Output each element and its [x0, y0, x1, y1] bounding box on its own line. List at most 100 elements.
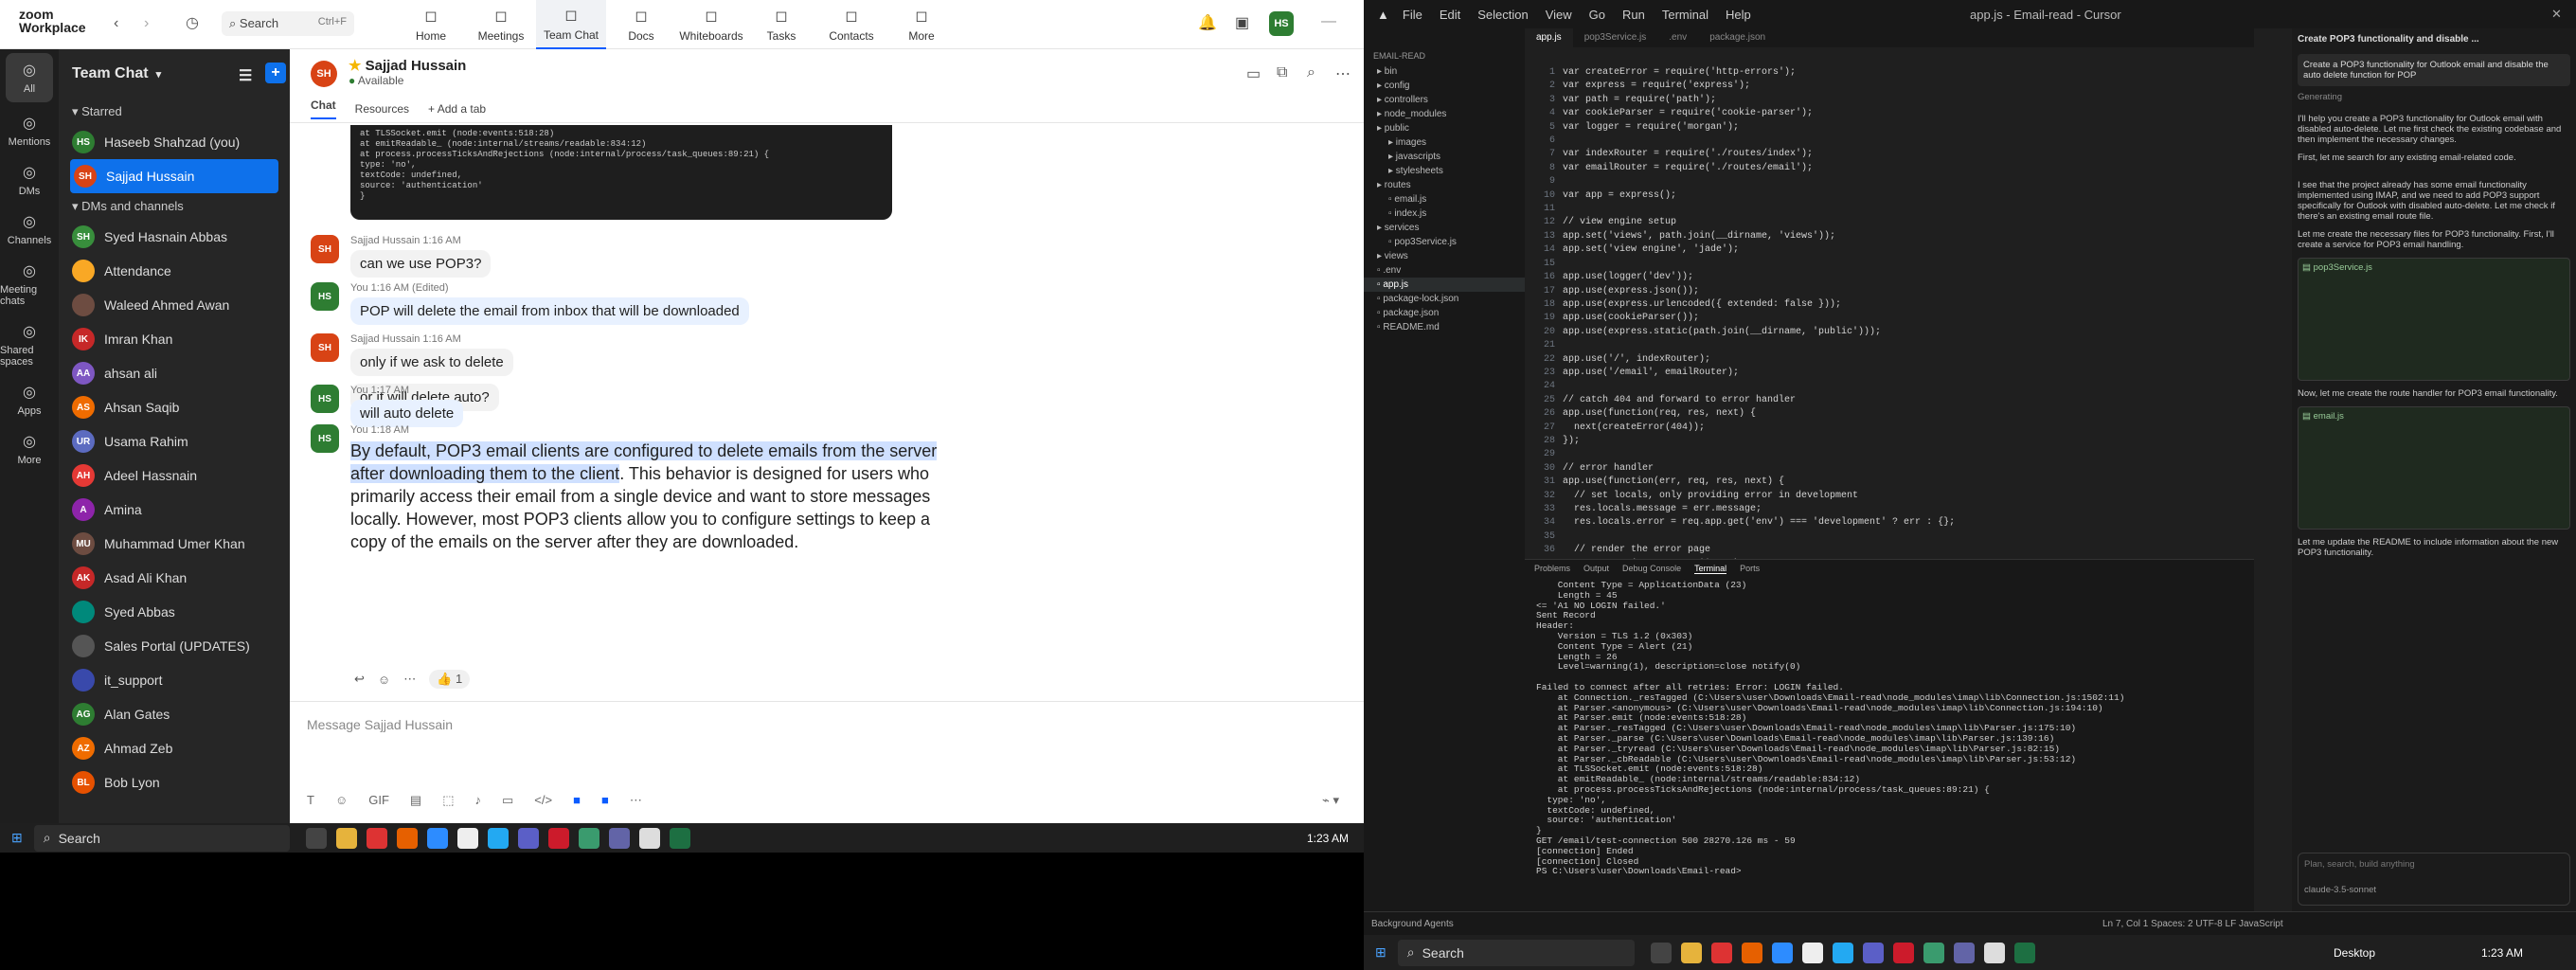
reaction-thumbs[interactable]: 👍 1	[429, 670, 471, 689]
taskview-icon[interactable]	[1650, 942, 1672, 963]
avatar[interactable]: SH	[311, 333, 339, 362]
file-tree-item[interactable]: ▸ javascripts	[1364, 150, 1525, 164]
nav-meetings[interactable]: ◻ Meetings	[466, 0, 536, 49]
file-tree-item[interactable]: ▸ images	[1364, 135, 1525, 150]
more-icon[interactable]: ⋯	[630, 793, 642, 808]
tab-1[interactable]: Resources	[355, 102, 409, 116]
add-button[interactable]: +	[265, 63, 286, 83]
message-bubble[interactable]: can we use POP3?	[350, 250, 492, 278]
back-icon[interactable]: ‹	[114, 15, 118, 32]
message-text[interactable]: By default, POP3 email clients are confi…	[350, 440, 947, 553]
menu-selection[interactable]: Selection	[1477, 8, 1528, 22]
close-icon[interactable]: ✕	[2551, 7, 2562, 22]
editor-tab[interactable]: app.js	[1525, 28, 1573, 47]
rail-more[interactable]: ◎ More	[0, 424, 59, 474]
file-tree-item[interactable]: ▫ package.json	[1364, 306, 1525, 320]
avatar[interactable]: HS	[311, 385, 339, 413]
send-options-icon[interactable]: ⌁ ▾	[1322, 793, 1339, 808]
avatar[interactable]: SH	[311, 235, 339, 263]
taskbar-search[interactable]: ⌕ Search	[33, 824, 290, 852]
ai-input[interactable]: Plan, search, build anything claude-3.5-…	[2298, 853, 2570, 906]
sidebar-item[interactable]: SH Sajjad Hussain	[70, 159, 278, 193]
avatar[interactable]: HS	[1269, 11, 1294, 36]
chrome-icon[interactable]	[1710, 942, 1732, 963]
vscode-icon[interactable]	[1832, 942, 1853, 963]
sidebar-item[interactable]: it_support	[59, 663, 290, 697]
panel-tab-terminal[interactable]: Terminal	[1694, 564, 1727, 574]
panel-tab-debug-console[interactable]: Debug Console	[1622, 564, 1681, 574]
menu-terminal[interactable]: Terminal	[1662, 8, 1708, 22]
gif-icon[interactable]: GIF	[368, 793, 389, 808]
reply-icon[interactable]: ↩	[354, 672, 365, 687]
dms-section[interactable]: ▾ DMs and channels	[59, 193, 290, 220]
sidebar-item[interactable]: Attendance	[59, 254, 290, 288]
file-tree-item[interactable]: ▫ email.js	[1364, 192, 1525, 207]
app-icon[interactable]	[1923, 942, 1944, 963]
file-tree-item[interactable]: ▫ .env	[1364, 263, 1525, 278]
github-icon[interactable]	[1801, 942, 1823, 963]
file-tree-item[interactable]: ▸ controllers	[1364, 93, 1525, 107]
windows-start-icon[interactable]: ⊞	[11, 830, 23, 846]
chevron-down-icon[interactable]: ▾	[156, 68, 162, 81]
star-icon[interactable]: ★	[349, 58, 361, 74]
menu-file[interactable]: File	[1403, 8, 1422, 22]
mic-icon[interactable]: ♪	[475, 793, 482, 808]
rail-mentions[interactable]: ◎ Mentions	[0, 106, 59, 155]
file-tree-item[interactable]: ▸ views	[1364, 249, 1525, 263]
screen-share-icon[interactable]: ⧉	[1277, 64, 1287, 81]
sidebar-item[interactable]: MU Muhammad Umer Khan	[59, 527, 290, 561]
status-left[interactable]: Background Agents	[1371, 919, 1454, 929]
starred-section[interactable]: ▾ Starred	[59, 99, 290, 125]
ai-file-card[interactable]: ▤ pop3Service.js	[2298, 258, 2570, 381]
avatar[interactable]: HS	[311, 282, 339, 311]
minimize-icon[interactable]: —	[1321, 13, 1336, 30]
sidebar-item[interactable]: SH Syed Hasnain Abbas	[59, 220, 290, 254]
panel-tab-output[interactable]: Output	[1583, 564, 1609, 574]
sidebar-item[interactable]: Sales Portal (UPDATES)	[59, 629, 290, 663]
file-tree-item[interactable]: ▸ stylesheets	[1364, 164, 1525, 178]
teams-icon[interactable]	[1953, 942, 1975, 963]
editor-tab[interactable]: pop3Service.js	[1573, 28, 1658, 47]
nav-contacts[interactable]: ◻ Contacts	[816, 0, 886, 49]
nav-team-chat[interactable]: ◻ Team Chat	[536, 0, 606, 49]
firefox-icon[interactable]	[1741, 942, 1762, 963]
filter-icon[interactable]: ☰	[239, 66, 252, 85]
app-icon-2[interactable]: ■	[601, 793, 609, 808]
model-select[interactable]: claude-3.5-sonnet	[2304, 885, 2564, 895]
more-icon[interactable]: ⋯	[403, 672, 416, 687]
file-tree-item[interactable]: ▸ node_modules	[1364, 107, 1525, 121]
more-icon[interactable]: ⋯	[1335, 64, 1351, 83]
rail-channels[interactable]: ◎ Channels	[0, 205, 59, 254]
app-icon[interactable]	[578, 827, 599, 849]
sidebar-item[interactable]: AS Ahsan Saqib	[59, 390, 290, 424]
menu-view[interactable]: View	[1546, 8, 1572, 22]
nav-more[interactable]: ◻ More	[886, 0, 957, 49]
file-tree-item[interactable]: ▫ pop3Service.js	[1364, 235, 1525, 249]
opera-icon[interactable]	[1892, 942, 1914, 963]
sidebar-item[interactable]: AG Alan Gates	[59, 697, 290, 731]
nav-whiteboards[interactable]: ◻ Whiteboards	[676, 0, 746, 49]
firefox-icon[interactable]	[396, 827, 418, 849]
message-bubble[interactable]: POP will delete the email from inbox tha…	[350, 297, 749, 325]
search-icon[interactable]: ⌕	[1307, 64, 1315, 81]
file-tree-item[interactable]: ▫ index.js	[1364, 207, 1525, 221]
tab-0[interactable]: Chat	[311, 99, 336, 119]
app-icon[interactable]	[517, 827, 539, 849]
menu-help[interactable]: Help	[1726, 8, 1751, 22]
sidebar-item[interactable]: AA ahsan ali	[59, 356, 290, 390]
editor-tab[interactable]: .env	[1657, 28, 1698, 47]
format-icon[interactable]: T	[307, 793, 314, 808]
message-input[interactable]: Message Sajjad Hussain	[307, 717, 453, 732]
search-input[interactable]: ⌕ Search Ctrl+F	[222, 11, 354, 36]
windows-start-icon[interactable]: ⊞	[1375, 944, 1386, 961]
rail-apps[interactable]: ◎ Apps	[0, 375, 59, 424]
file-tree-item[interactable]: ▸ bin	[1364, 64, 1525, 79]
code-icon[interactable]: </>	[534, 793, 552, 808]
code-area[interactable]: var createError = require('http-errors')…	[1563, 66, 1955, 599]
sidebar-item[interactable]: AH Adeel Hassnain	[59, 458, 290, 493]
cursor-icon[interactable]	[638, 827, 660, 849]
file-tree-item[interactable]: ▸ services	[1364, 221, 1525, 235]
nav-home[interactable]: ◻ Home	[396, 0, 466, 49]
sidebar-item[interactable]: IK Imran Khan	[59, 322, 290, 356]
app-icon[interactable]	[1862, 942, 1884, 963]
